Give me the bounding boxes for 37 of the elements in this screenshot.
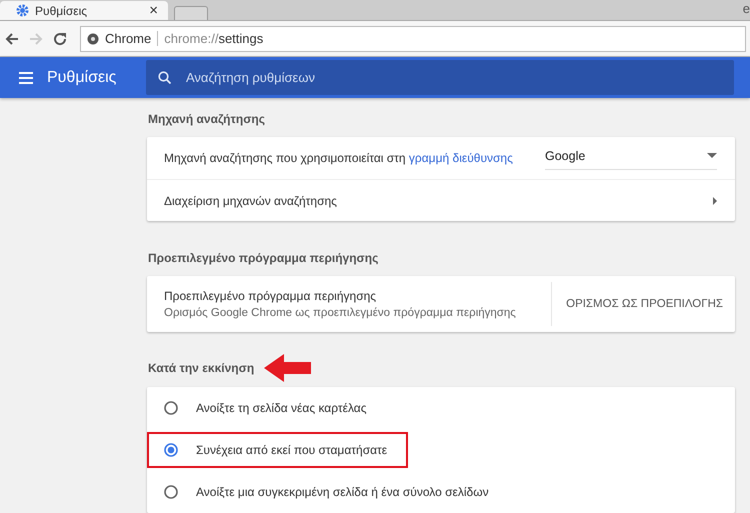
close-tab-button[interactable]: × (149, 2, 158, 19)
gear-icon (16, 4, 29, 17)
url-text: chrome://settings (164, 31, 264, 46)
cut-off-text: e (742, 1, 750, 16)
forward-arrow-icon (28, 30, 44, 46)
dropdown-caret-icon (707, 153, 717, 158)
radio-unchecked-icon[interactable] (164, 401, 178, 415)
back-arrow-icon (4, 30, 20, 46)
page-title: Ρυθμίσεις (47, 68, 118, 86)
browser-tab[interactable]: Ρυθμίσεις × (0, 1, 168, 20)
globe-icon (87, 32, 99, 44)
radio-option[interactable]: Ανοίξτε μια συγκεκριμένη σελίδα ή ένα σύνολο σελίδων (164, 485, 489, 499)
section-heading: Μηχανή αναζήτησης (148, 112, 265, 126)
setting-description: Ορισμός Google Chrome ως προεπιλεγμένο πρόγραμμα περιήγησης (164, 307, 517, 319)
radio-checked-icon[interactable] (164, 443, 178, 457)
search-engine-dropdown[interactable]: Google (545, 146, 717, 170)
reload-button[interactable] (52, 30, 68, 46)
radio-option[interactable]: Συνέχεια από εκεί που σταματήσατε (149, 434, 406, 466)
chevron-right-icon (713, 196, 717, 204)
settings-link-row[interactable]: Διαχείριση μηχανών αναζήτησης (147, 179, 735, 221)
search-field[interactable]: Αναζήτηση ρυθμίσεων (146, 60, 734, 95)
site-label: Chrome (105, 31, 152, 46)
radio-unchecked-icon[interactable] (164, 485, 178, 499)
radio-option[interactable]: Ανοίξτε τη σελίδα νέας καρτέλας (164, 401, 367, 415)
set-default-button[interactable]: ΟΡΙΣΜΟΣ ΩΣ ΠΡΟΕΠΙΛΟΓΗΣ (551, 282, 735, 326)
setting-label: Μηχανή αναζήτησης που χρησιμοποιείται στη γραμμή διεύθυνσης (164, 151, 513, 165)
address-bar[interactable]: Chrome chrome://settings (80, 26, 746, 52)
address-bar-link[interactable]: γραμμή διεύθυνσης (408, 151, 513, 165)
setting-label: Προεπιλεγμένο πρόγραμμα περιήγησης (164, 289, 378, 303)
menu-button[interactable] (19, 72, 33, 84)
search-icon (158, 71, 171, 84)
tab-title: Ρυθμίσεις (35, 4, 88, 18)
back-button[interactable] (4, 30, 20, 46)
section-heading: Κατά την εκκίνηση (148, 361, 254, 375)
section-heading: Προεπιλεγμένο πρόγραμμα περιήγησης (148, 250, 378, 264)
menu-icon (19, 72, 33, 84)
reload-icon (52, 30, 68, 46)
